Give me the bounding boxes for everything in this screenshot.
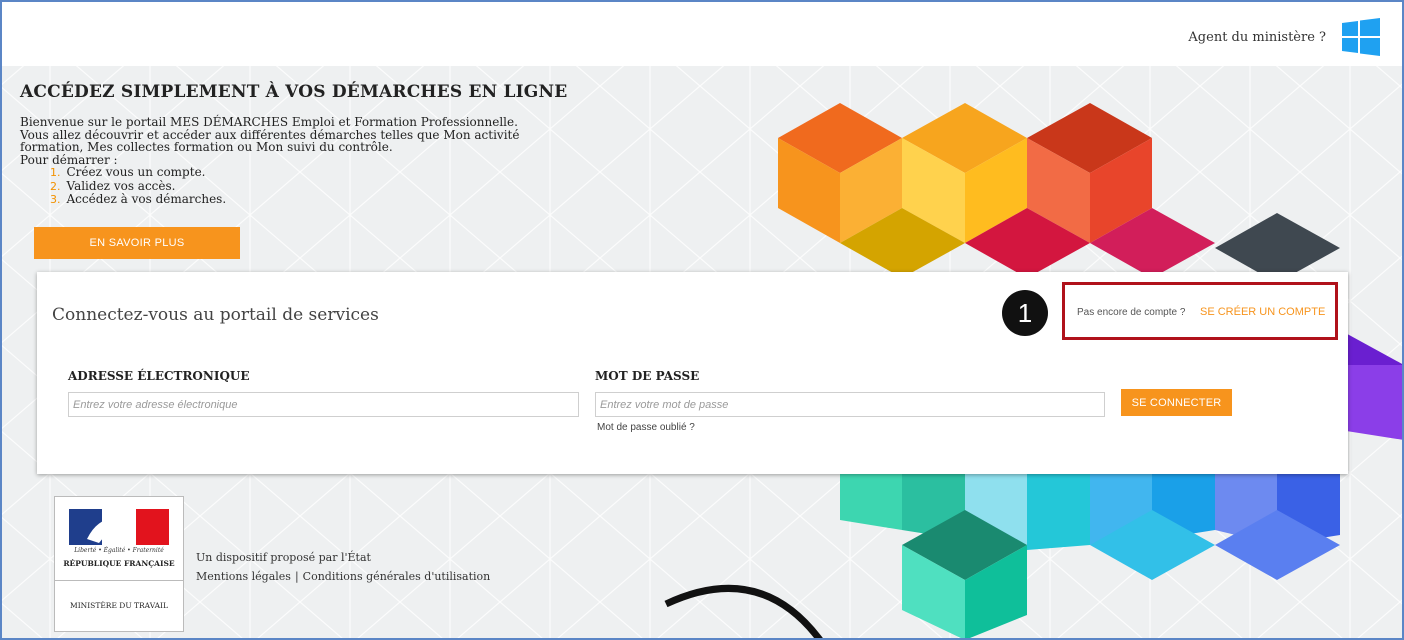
steps-list: 1. Créez vous un compte. 2. Validez vos ac…	[50, 166, 580, 207]
step-text: Validez vos accès.	[66, 178, 176, 193]
intro-section: ACCÉDEZ SIMPLEMENT À VOS DÉMARCHES EN LI…	[20, 82, 580, 207]
step-badge: 1	[1002, 290, 1048, 336]
login-title: Connectez-vous au portail de services	[52, 305, 379, 325]
create-account-link[interactable]: SE CRÉER UN COMPTE	[1200, 306, 1325, 318]
ministry-logo: Liberté • Égalité • Fraternité RÉPUBLIQU…	[54, 496, 184, 632]
no-account-text: Pas encore de compte ?	[1077, 307, 1186, 318]
step-text: Accédez à vos démarches.	[66, 192, 227, 206]
step-item: 1. Créez vous un compte.	[50, 166, 580, 180]
email-input[interactable]	[68, 392, 579, 417]
agent-link[interactable]: Agent du ministère ?	[1188, 30, 1326, 45]
step-text: Créez vous un compte.	[66, 165, 206, 179]
footer-separator: |	[294, 570, 299, 583]
legal-notice-link[interactable]: Mentions légales	[196, 570, 291, 583]
email-label: ADRESSE ÉLECTRONIQUE	[68, 369, 250, 383]
top-bar: Agent du ministère ?	[2, 2, 1402, 66]
page-title: ACCÉDEZ SIMPLEMENT À VOS DÉMARCHES EN LI…	[20, 82, 568, 102]
terms-link[interactable]: Conditions générales d'utilisation	[303, 570, 491, 583]
intro-paragraph: Bienvenue sur le portail MES DÉMARCHES E…	[20, 116, 580, 166]
forgot-password-link[interactable]: Mot de passe oublié ?	[597, 422, 695, 433]
password-label: MOT DE PASSE	[595, 369, 700, 383]
logo-divider	[55, 580, 183, 581]
footer-tagline: Un dispositif proposé par l'État	[196, 551, 371, 564]
password-input[interactable]	[595, 392, 1105, 417]
step-item: 3. Accédez à vos démarches.	[50, 193, 580, 207]
logo-republic: RÉPUBLIQUE FRANÇAISE	[63, 559, 175, 568]
footer-links: Mentions légales | Conditions générales d'…	[196, 567, 490, 586]
step-number: 1.	[50, 166, 61, 179]
connect-button[interactable]: SE CONNECTER	[1121, 389, 1232, 416]
logo-ministry: MINISTÈRE DU TRAVAIL	[70, 601, 168, 610]
step-item: 2. Validez vos accès.	[50, 178, 580, 194]
create-account-highlight: Pas encore de compte ? SE CRÉER UN COMPT…	[1062, 282, 1338, 340]
windows-logo-icon[interactable]	[1342, 18, 1380, 56]
step-number: 2.	[50, 179, 61, 193]
logo-motto: Liberté • Égalité • Fraternité	[74, 547, 164, 554]
marianne-icon	[69, 509, 169, 545]
footer: Un dispositif proposé par l'État Mention…	[196, 548, 490, 586]
step-number: 3.	[50, 193, 61, 206]
learn-more-button[interactable]: EN SAVOIR PLUS	[34, 227, 240, 259]
